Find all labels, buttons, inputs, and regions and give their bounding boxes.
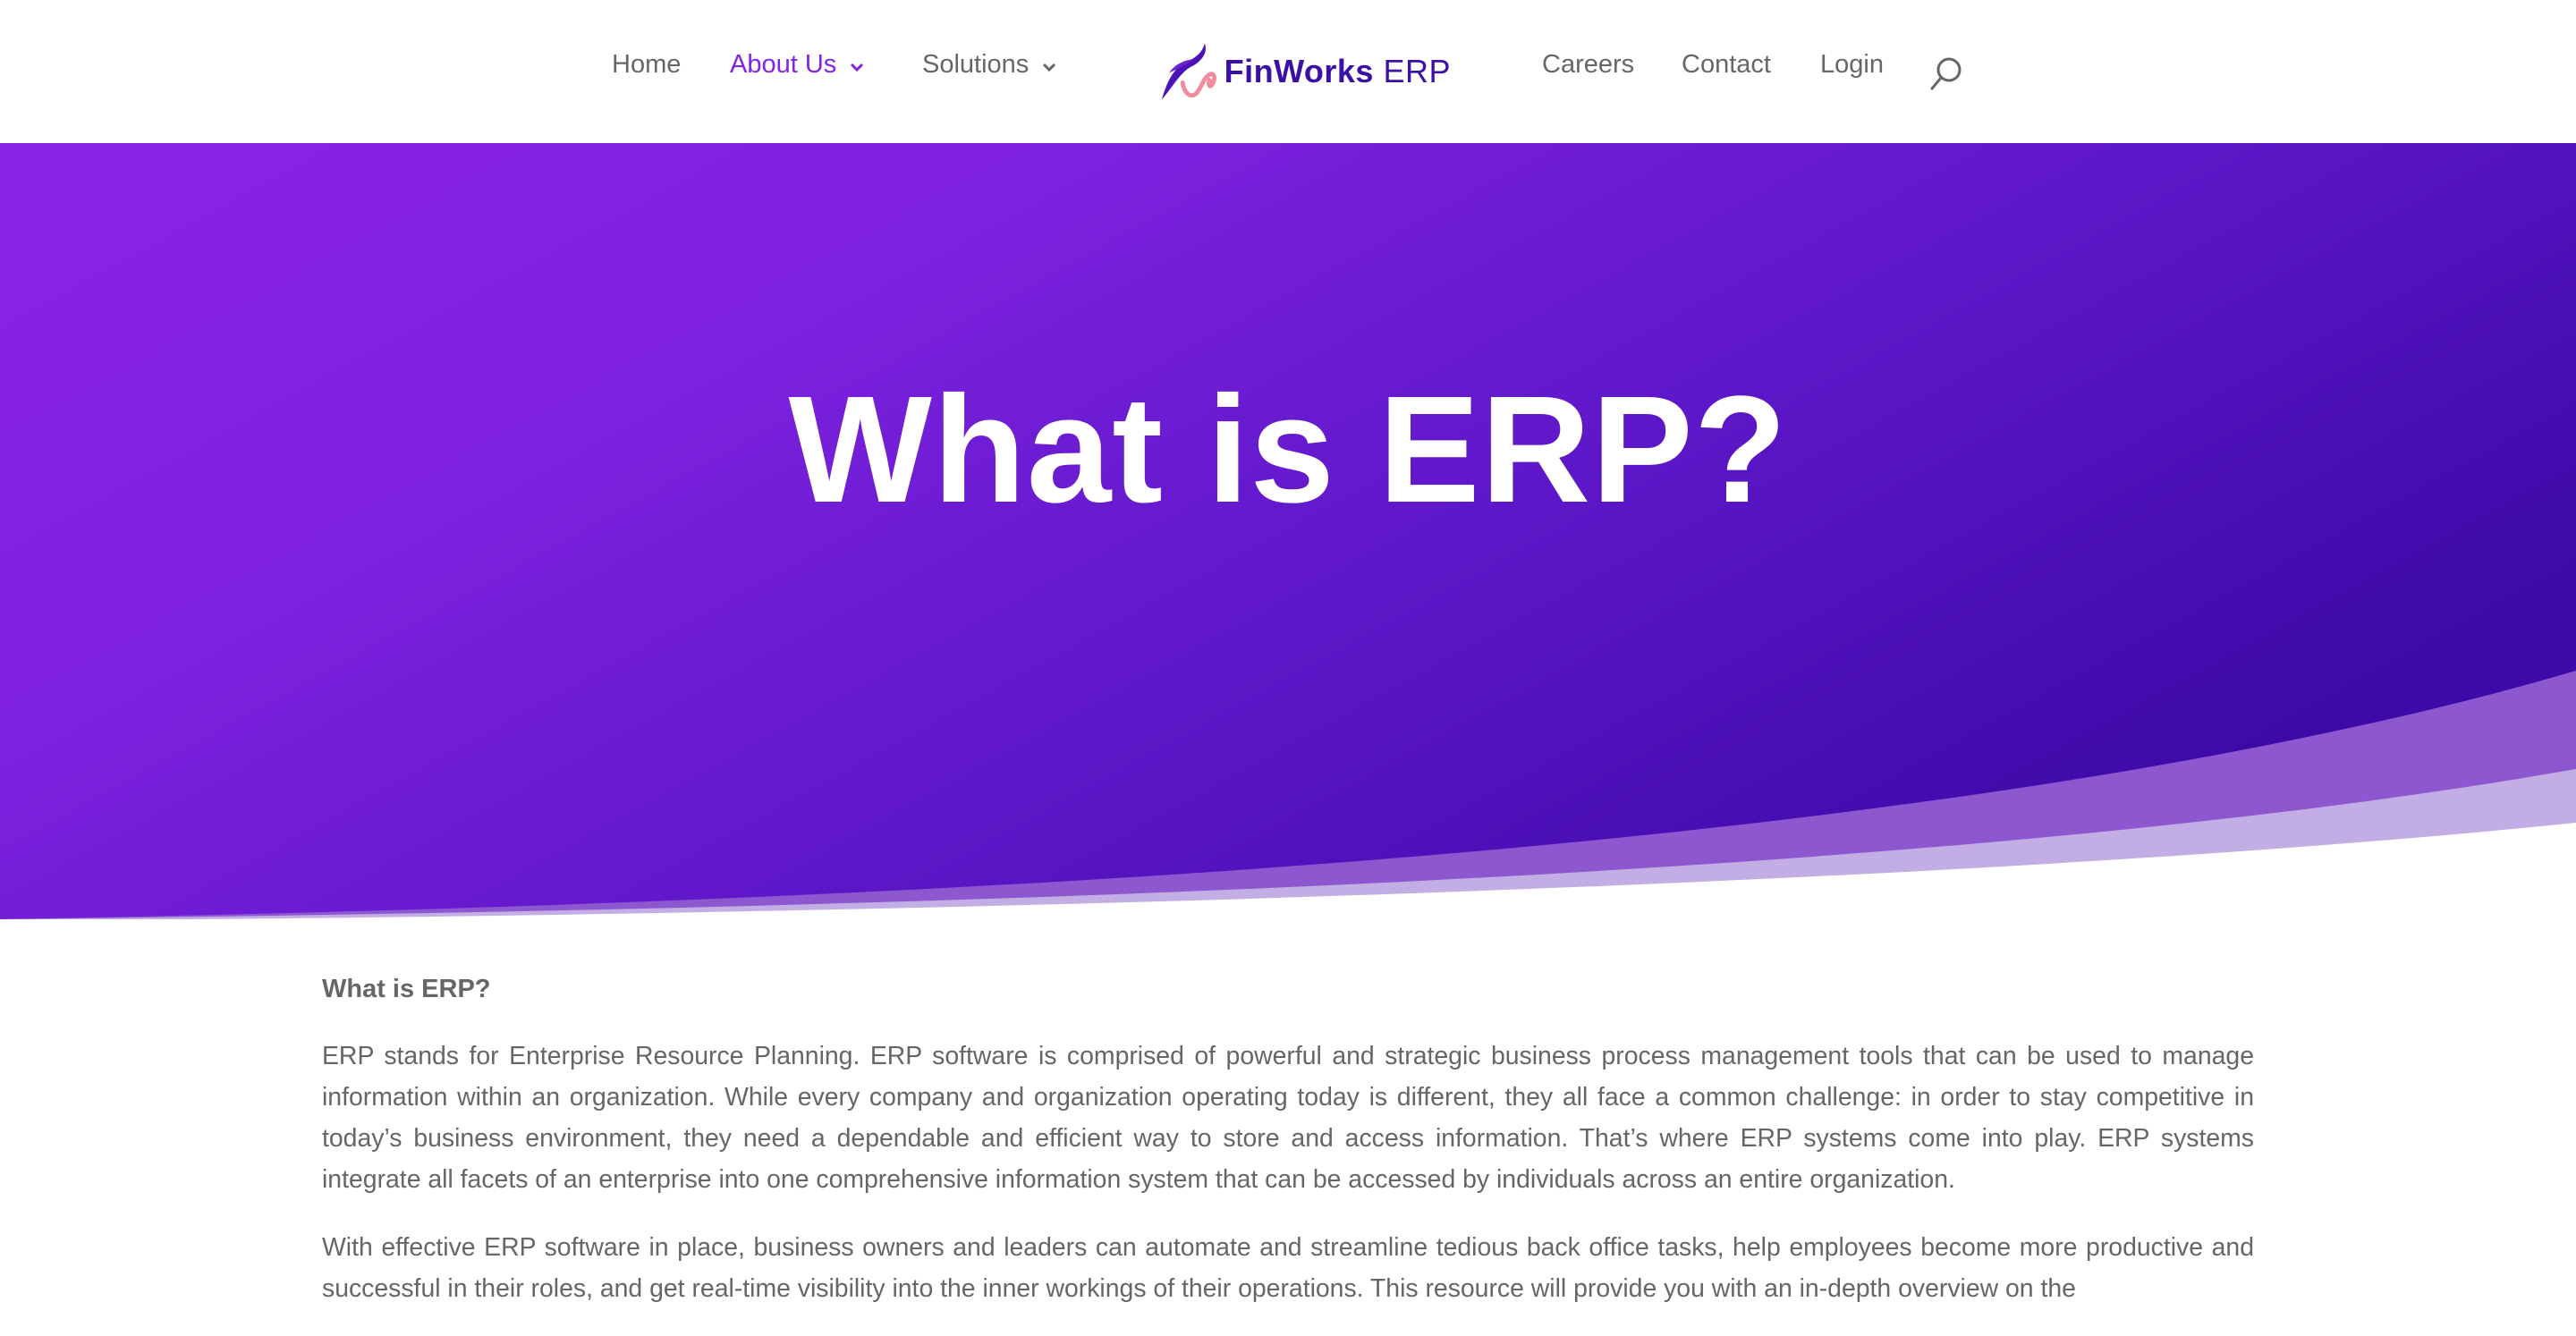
logo-wordmark-erp: ERP	[1383, 53, 1451, 89]
section-heading: What is ERP?	[322, 975, 491, 1003]
site-header: Home About Us Solutions FinWorks ERP Car…	[0, 0, 2576, 143]
nav-home[interactable]: Home	[612, 52, 681, 78]
nav-home-label: Home	[612, 50, 682, 79]
nav-careers[interactable]: Careers	[1542, 52, 1634, 78]
nav-about-us[interactable]: About Us	[730, 52, 865, 78]
logo-wordmark-bold: FinWorks	[1224, 53, 1374, 89]
article-paragraph: With effective ERP software in place, bu…	[322, 1233, 2254, 1303]
nav-about-us-label: About Us	[730, 50, 837, 79]
chevron-down-icon	[849, 52, 865, 78]
article-content: What is ERP? ERP stands for Enterprise R…	[322, 971, 2254, 1336]
nav-contact-label: Contact	[1682, 50, 1771, 79]
nav-contact[interactable]: Contact	[1682, 52, 1771, 78]
article-paragraph: ERP stands for Enterprise Resource Plann…	[322, 1042, 2254, 1194]
nav-login-label: Login	[1820, 50, 1884, 79]
hero-banner: What is ERP?	[0, 143, 2576, 919]
search-icon	[1930, 57, 1962, 90]
hero-title: What is ERP?	[788, 365, 1788, 535]
chevron-down-icon	[1041, 52, 1057, 78]
nav-careers-label: Careers	[1542, 50, 1635, 79]
nav-login[interactable]: Login	[1820, 52, 1884, 78]
nav-solutions-label: Solutions	[922, 50, 1030, 79]
site-logo[interactable]: FinWorks ERP	[1156, 25, 1451, 118]
nav-solutions[interactable]: Solutions	[922, 52, 1057, 78]
search-button[interactable]	[1928, 54, 1964, 93]
finworks-logo-mark-icon	[1161, 43, 1216, 100]
